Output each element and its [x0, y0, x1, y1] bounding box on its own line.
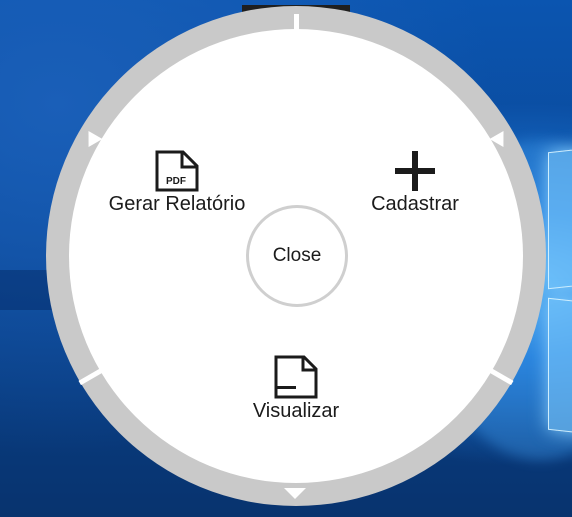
- windows-logo-pane: [548, 147, 572, 290]
- close-button[interactable]: Close: [246, 205, 348, 307]
- menu-item-label: Cadastrar: [371, 193, 459, 215]
- windows-logo-pane: [548, 297, 572, 435]
- menu-item-label: Gerar Relatório: [108, 193, 246, 215]
- menu-item-cadastrar[interactable]: Cadastrar: [355, 150, 475, 216]
- menu-item-label: Visualizar: [252, 400, 340, 422]
- pdf-file-icon: PDF: [155, 150, 199, 192]
- close-button-label: Close: [272, 245, 322, 266]
- expand-arrow-bottom-icon[interactable]: [284, 488, 306, 499]
- menu-item-gerar-relatorio[interactable]: PDF Gerar Relatório: [92, 150, 262, 216]
- document-icon: [274, 355, 318, 399]
- plus-icon: [395, 151, 435, 191]
- svg-text:PDF: PDF: [166, 176, 186, 187]
- menu-item-visualizar[interactable]: Visualizar: [236, 355, 356, 423]
